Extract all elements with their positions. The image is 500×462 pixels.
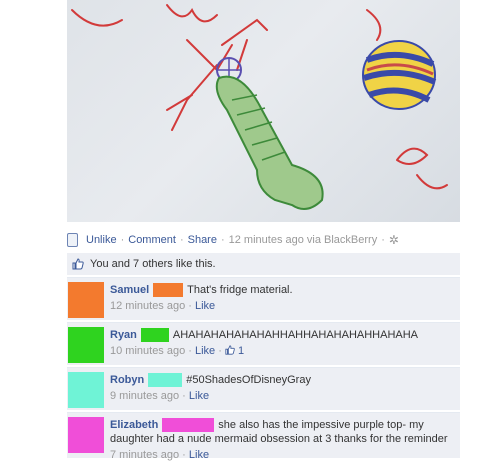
- comment-like-link[interactable]: Like: [189, 449, 209, 461]
- comment-item: Ryan AHAHAHAHAHAHAHHAHHAHAHAHAHHAHAHA 10 …: [67, 322, 460, 365]
- comment-author[interactable]: Samuel: [110, 284, 149, 296]
- separator-dot: ·: [179, 234, 184, 246]
- comment-meta: 10 minutes ago · Like · 1: [110, 345, 245, 358]
- comment-text: That's fridge material.: [187, 284, 293, 296]
- comment-time[interactable]: 7 minutes ago: [110, 449, 179, 461]
- redaction-block: [162, 418, 215, 433]
- avatar[interactable]: [68, 327, 104, 363]
- comment-text: AHAHAHAHAHAHAHHAHHAHAHAHAHHAHAHA: [172, 329, 419, 341]
- feedback-section: You and 7 others like this. Samuel That's…: [67, 253, 460, 461]
- separator-dot: ·: [381, 234, 385, 246]
- likes-text: You and 7 others like this.: [90, 258, 216, 270]
- comment-link[interactable]: Comment: [128, 234, 176, 246]
- post-actions: Unlike · Comment · Share · 12 minutes ag…: [67, 232, 487, 248]
- comment-meta: 9 minutes ago · Like: [110, 390, 210, 403]
- comment-item: Elizabeth she also has the impessive purp…: [67, 412, 460, 461]
- thumbs-up-icon: [225, 345, 235, 355]
- gear-icon[interactable]: ✲: [389, 233, 399, 247]
- redaction-block: [140, 328, 169, 343]
- redaction-block: [153, 283, 184, 298]
- comment-author[interactable]: Robyn: [110, 374, 144, 386]
- comment-time[interactable]: 10 minutes ago: [110, 345, 185, 357]
- thumbs-up-icon: [72, 258, 84, 270]
- comment-meta: 7 minutes ago · Like: [110, 449, 210, 462]
- comment-like-link[interactable]: Like: [195, 345, 215, 357]
- comment-like-count[interactable]: 1: [238, 345, 244, 357]
- likes-summary: You and 7 others like this.: [67, 253, 460, 275]
- avatar[interactable]: [68, 372, 104, 408]
- comment-time[interactable]: 12 minutes ago: [110, 300, 185, 312]
- comment-item: Samuel That's fridge material. 12 minutes…: [67, 277, 460, 320]
- comment-meta: 12 minutes ago · Like: [110, 300, 216, 313]
- post-timestamp[interactable]: 12 minutes ago via BlackBerry: [229, 234, 378, 246]
- separator-dot: ·: [220, 234, 225, 246]
- crayon-drawing: [71, 4, 448, 210]
- post-photo[interactable]: [67, 0, 460, 222]
- share-link[interactable]: Share: [188, 234, 217, 246]
- comment-author[interactable]: Elizabeth: [110, 419, 158, 431]
- comment-text-line-2: daughter had a nude mermaid obsession at…: [110, 433, 448, 446]
- comment-like-link[interactable]: Like: [189, 390, 209, 402]
- comment-text: #50ShadesOfDisneyGray: [186, 374, 311, 386]
- comment-text-line-1: she also has the impessive purple top- m…: [218, 419, 424, 431]
- redaction-block: [148, 373, 183, 388]
- separator-dot: ·: [120, 234, 125, 246]
- mobile-phone-icon: [67, 233, 78, 247]
- avatar[interactable]: [68, 282, 104, 318]
- unlike-link[interactable]: Unlike: [86, 234, 117, 246]
- comment-item: Robyn #50ShadesOfDisneyGray 9 minutes ago…: [67, 367, 460, 410]
- comment-time[interactable]: 9 minutes ago: [110, 390, 179, 402]
- comment-like-link[interactable]: Like: [195, 300, 215, 312]
- avatar[interactable]: [68, 417, 104, 453]
- comment-author[interactable]: Ryan: [110, 329, 137, 341]
